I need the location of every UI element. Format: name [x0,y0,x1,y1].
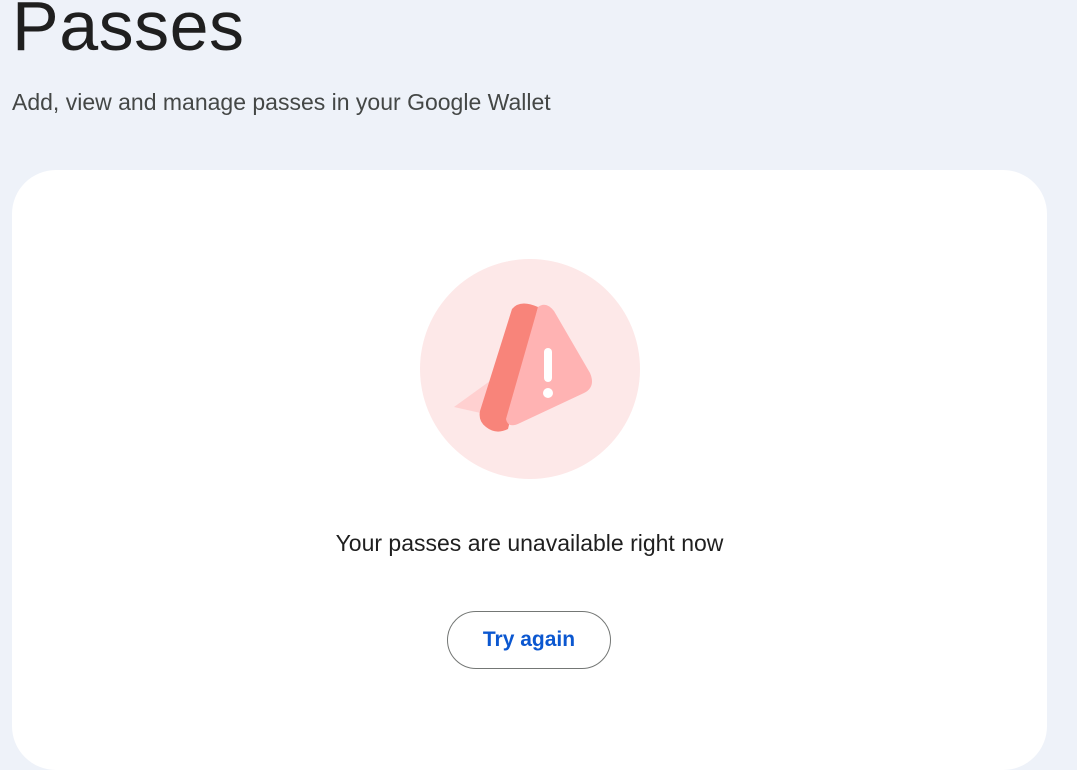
page-title: Passes [12,0,245,65]
warning-illustration [420,259,640,479]
warning-triangle-icon [420,259,640,479]
error-card: Your passes are unavailable right now Tr… [12,170,1047,770]
error-message: Your passes are unavailable right now [335,530,724,556]
page-subtitle: Add, view and manage passes in your Goog… [12,89,551,115]
try-again-button[interactable]: Try again [447,611,611,669]
